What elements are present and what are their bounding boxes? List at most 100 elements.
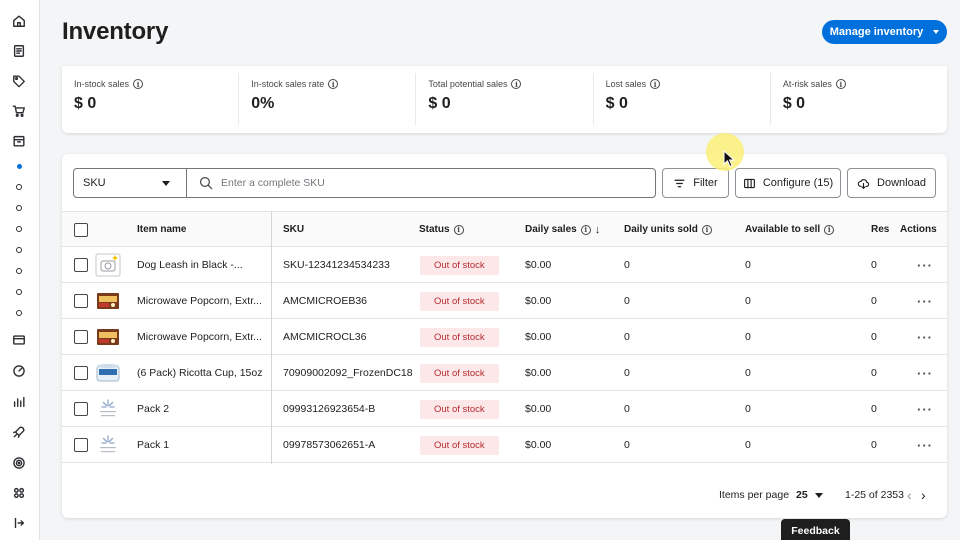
info-icon[interactable]: i [835,79,846,89]
daily-units-cell: 0 [624,367,630,379]
table-row[interactable]: (6 Pack) Ricotta Cup, 15oz 70909002092_Fr… [62,355,947,391]
row-checkbox[interactable] [74,366,88,380]
column-header-daily-units-sold[interactable]: Daily units sold i [624,212,712,247]
column-header-sku[interactable]: SKU [283,212,304,247]
inventory-table-card: SKU Filter Configure (15) Download Item … [62,154,947,518]
info-icon[interactable]: i [580,224,591,235]
subnav-dot[interactable] [16,184,22,190]
download-button[interactable]: Download [847,168,936,198]
inventory-icon[interactable] [10,132,28,150]
column-label: Item name [137,224,187,235]
column-header-daily-sales[interactable]: Daily sales i ↓ [525,212,600,247]
product-thumbnail [95,288,121,314]
select-value: SKU [83,177,106,189]
info-icon[interactable]: i [511,79,522,89]
column-header-item-name[interactable]: Item name [137,212,186,247]
row-actions-menu-icon[interactable]: ··· [917,319,933,355]
available-to-sell-cell: 0 [745,331,751,343]
select-all-checkbox[interactable] [74,223,88,237]
analytics-icon[interactable] [10,393,28,411]
subnav-dot[interactable] [16,247,22,253]
items-per-page-select[interactable]: 25 [796,487,823,503]
metric-total-potential-sales: Total potential sales i $ 0 [416,73,594,125]
mouse-cursor-icon [723,150,736,168]
table-row[interactable]: Microwave Popcorn, Extr... AMCMICROEB36 Ou… [62,283,947,319]
item-name-cell[interactable]: (6 Pack) Ricotta Cup, 15oz [137,355,265,391]
manage-inventory-button[interactable]: Manage inventory [822,20,947,44]
subnav-dot[interactable] [16,226,22,232]
cart-icon[interactable] [10,102,28,120]
available-to-sell-cell: 0 [745,367,751,379]
daily-sales-cell: $0.00 [525,367,552,379]
row-actions-menu-icon[interactable]: ··· [917,427,933,463]
table-row[interactable]: Microwave Popcorn, Extr... AMCMICROCL36 Ou… [62,319,947,355]
filter-button[interactable]: Filter [662,168,729,198]
item-name-cell[interactable]: Dog Leash in Black -... [137,247,265,283]
column-header-reserved[interactable]: Res [871,212,889,247]
info-icon[interactable]: i [701,224,712,235]
target-icon[interactable] [10,454,28,472]
performance-gauge-icon[interactable] [10,362,28,380]
item-name-cell[interactable]: Pack 1 [137,427,265,463]
rocket-icon[interactable] [10,423,28,441]
row-checkbox[interactable] [74,294,88,308]
subnav-dot[interactable] [16,289,22,295]
item-name-cell[interactable]: Microwave Popcorn, Extr... [137,319,265,355]
search-field-select[interactable]: SKU [73,168,187,198]
item-name-cell[interactable]: Pack 2 [137,391,265,427]
configure-button[interactable]: Configure (15) [735,168,841,198]
previous-page-icon[interactable]: ‹ [907,487,912,503]
row-checkbox[interactable] [74,402,88,416]
configure-label: Configure (15) [762,177,834,189]
sort-descending-icon[interactable]: ↓ [595,224,601,236]
daily-units-cell: 0 [624,331,630,343]
row-checkbox[interactable] [74,438,88,452]
table-row[interactable]: Pack 2 09993126923654-B Out of stock $0.00 0… [62,391,947,427]
reserved-cell: 0 [871,403,877,415]
table-row[interactable]: Pack 1 09978573062651-A Out of stock $0.00 0… [62,427,947,463]
home-icon[interactable] [10,12,28,30]
column-header-available-to-sell[interactable]: Available to sell i [745,212,835,247]
daily-sales-cell: $0.00 [525,295,552,307]
column-label: Status [419,224,450,235]
item-name-cell[interactable]: Microwave Popcorn, Extr... [137,283,265,319]
status-badge: Out of stock [420,291,499,311]
column-header-status[interactable]: Status i [419,212,464,247]
row-actions-menu-icon[interactable]: ··· [917,391,933,427]
info-icon[interactable]: i [824,224,835,235]
metric-value: $ 0 [605,95,628,112]
feedback-button[interactable]: Feedback [781,519,850,540]
next-page-icon[interactable]: › [921,487,926,503]
subnav-dot[interactable] [16,268,22,274]
status-cell: Out of stock [420,283,499,319]
orders-icon[interactable] [10,42,28,60]
expand-nav-icon[interactable] [10,514,28,532]
subnav-dot-active[interactable] [17,164,22,169]
sku-cell: 70909002092_FrozenDC18 [283,367,413,379]
daily-units-cell: 0 [624,439,630,451]
row-checkbox[interactable] [74,330,88,344]
info-icon[interactable]: i [453,224,464,235]
left-nav-rail [0,0,40,540]
status-badge: Out of stock [420,363,499,383]
reserved-cell: 0 [871,295,877,307]
status-cell: Out of stock [420,355,499,391]
row-actions-menu-icon[interactable]: ··· [917,247,933,283]
subnav-dot[interactable] [16,205,22,211]
daily-sales-cell: $0.00 [525,259,552,271]
info-icon[interactable]: i [328,79,339,89]
row-actions-menu-icon[interactable]: ··· [917,283,933,319]
info-icon[interactable]: i [133,79,144,89]
info-icon[interactable]: i [650,79,661,89]
apps-icon[interactable] [10,484,28,502]
payments-icon[interactable] [10,331,28,349]
column-label: Res [871,224,890,235]
available-to-sell-cell: 0 [745,439,751,451]
table-row[interactable]: Dog Leash in Black -... SKU-1234123453423… [62,247,947,283]
tag-icon[interactable] [10,72,28,90]
search-input[interactable] [221,177,621,189]
subnav-dot[interactable] [16,310,22,316]
row-checkbox[interactable] [74,258,88,272]
items-per-page-label: Items per page [719,489,790,501]
row-actions-menu-icon[interactable]: ··· [917,355,933,391]
